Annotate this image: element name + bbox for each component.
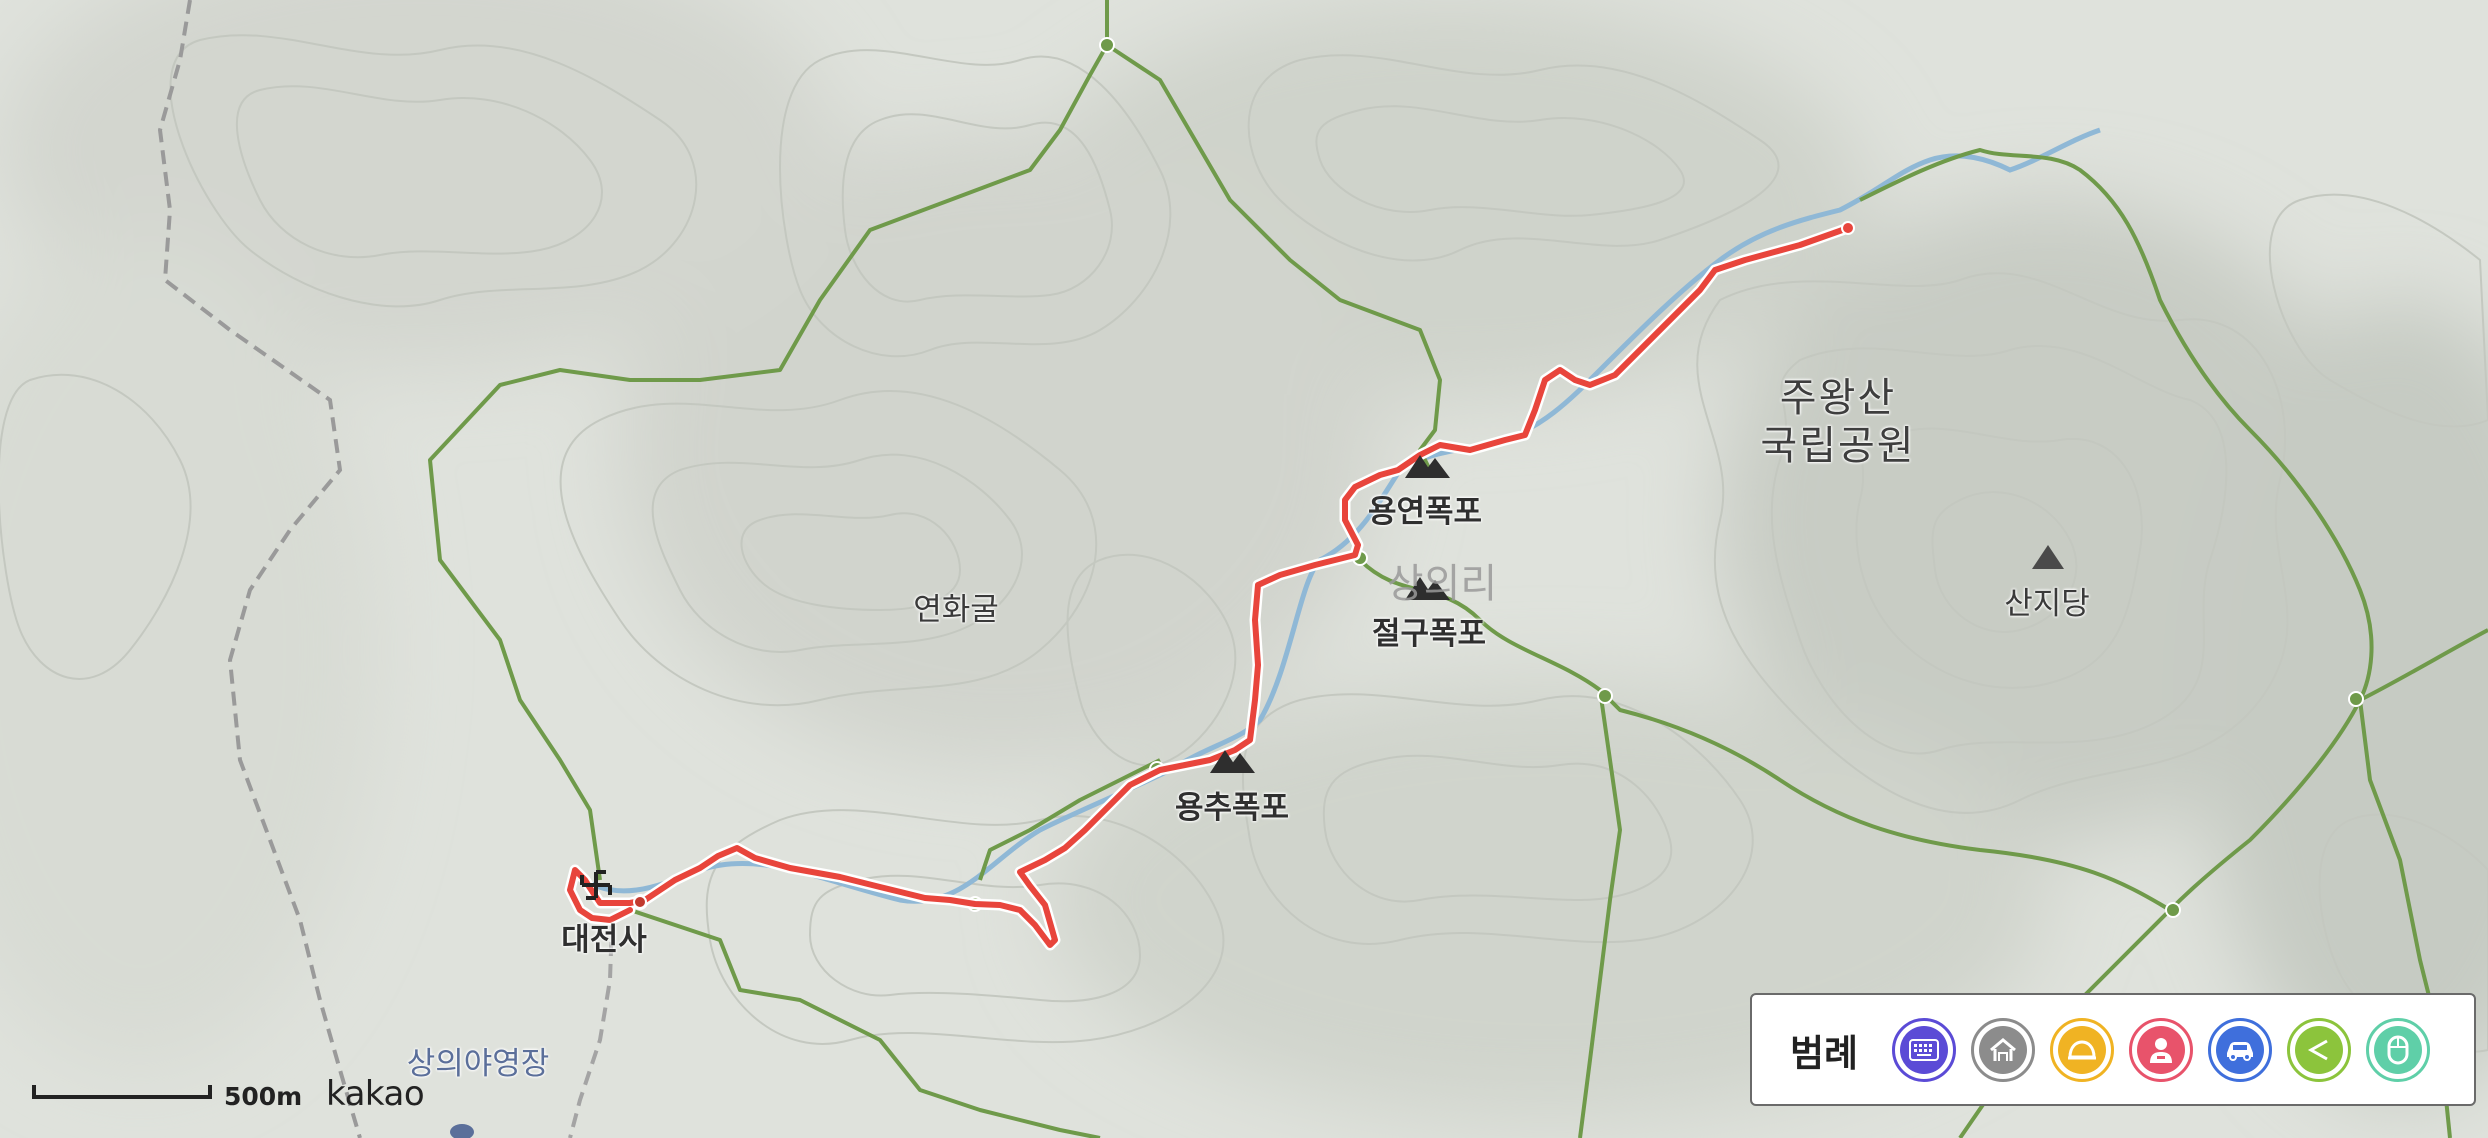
legend-keyboard-button[interactable] bbox=[1892, 1017, 1957, 1082]
village-sangui-label: 상의리 bbox=[1386, 561, 1498, 607]
campsite-marker bbox=[450, 1124, 474, 1138]
car-icon bbox=[2216, 1025, 2265, 1074]
keyboard-icon bbox=[1900, 1025, 1949, 1074]
legend-panel: 범례 bbox=[1750, 993, 2476, 1106]
waterfall-yongchu-label: 용추폭포 bbox=[1174, 790, 1290, 826]
scale-label: 500m bbox=[224, 1082, 303, 1111]
shelter-icon bbox=[1979, 1025, 2028, 1074]
place-yeonhwagul-label: 연화굴 bbox=[913, 592, 999, 628]
share-icon bbox=[2295, 1025, 2344, 1074]
person-icon bbox=[2137, 1025, 2186, 1074]
legend-helipad-button[interactable] bbox=[2050, 1017, 2115, 1082]
legend-person-button[interactable] bbox=[2129, 1017, 2194, 1082]
waterfall-jeolgu-label: 절구폭포 bbox=[1371, 616, 1487, 652]
peak-sanjidang-label: 산지당 bbox=[2004, 586, 2090, 622]
legend-car-button[interactable] bbox=[2208, 1017, 2273, 1082]
kakao-logo: kakao bbox=[326, 1074, 425, 1114]
park-name-line-2: 국립공원 bbox=[1760, 423, 1916, 469]
waterfall-yongyeon-label: 용연폭포 bbox=[1367, 494, 1483, 530]
legend-title: 범례 bbox=[1790, 1031, 1859, 1075]
legend-mouse-button[interactable] bbox=[2366, 1017, 2431, 1082]
park-name-line-1: 주왕산 bbox=[1779, 375, 1897, 421]
campsite-label: 상의야영장 bbox=[406, 1046, 550, 1082]
scale-bar bbox=[32, 1085, 212, 1099]
temple-daejeonsa-label: 대전사 bbox=[561, 922, 647, 958]
mouse-icon bbox=[2374, 1025, 2423, 1074]
legend-shelter-button[interactable] bbox=[1971, 1017, 2036, 1082]
terrain-shading bbox=[0, 0, 2488, 1120]
legend-share-button[interactable] bbox=[2287, 1017, 2352, 1082]
route-end-point[interactable] bbox=[1841, 221, 1855, 235]
map-canvas[interactable] bbox=[0, 0, 2488, 1138]
route-start-point[interactable] bbox=[633, 895, 647, 909]
helipad-icon bbox=[2058, 1025, 2107, 1074]
park-name-label: 주왕산 국립공원 bbox=[1760, 374, 1915, 470]
